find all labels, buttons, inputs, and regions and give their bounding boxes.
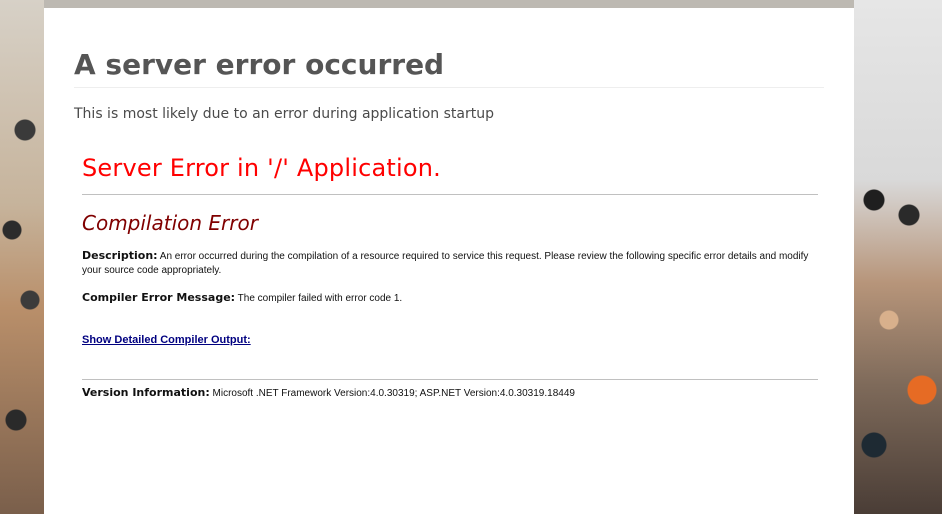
version-text: Microsoft .NET Framework Version:4.0.303… [212, 388, 575, 400]
top-strip [44, 0, 854, 8]
description-label: Description: [82, 249, 158, 262]
error-header: A server error occurred This is most lik… [74, 48, 824, 122]
aspnet-error-block: Server Error in '/' Application. Compila… [82, 154, 818, 399]
compiler-error-label: Compiler Error Message: [82, 291, 236, 305]
compiler-error-text: The compiler failed with error code 1. [237, 293, 403, 305]
server-error-heading: Server Error in '/' Application. [82, 154, 818, 195]
version-information: Version Information: Microsoft .NET Fram… [82, 386, 818, 399]
background-photo-right-crowd [854, 0, 942, 514]
page-title: A server error occurred [74, 48, 824, 88]
compiler-error-paragraph: Compiler Error Message: The compiler fai… [82, 291, 818, 306]
background-photo-left-crowd [0, 0, 44, 514]
page-subtitle: This is most likely due to an error duri… [74, 106, 494, 122]
version-label: Version Information: [82, 386, 210, 400]
compilation-error-heading: Compilation Error [82, 211, 258, 235]
show-detailed-compiler-output-link[interactable]: Show Detailed Compiler Output: [82, 334, 251, 346]
error-panel: A server error occurred This is most lik… [44, 8, 854, 514]
description-text: An error occurred during the compilation… [82, 251, 809, 276]
divider [82, 379, 818, 381]
description-paragraph: Description: An error occurred during th… [82, 249, 818, 277]
